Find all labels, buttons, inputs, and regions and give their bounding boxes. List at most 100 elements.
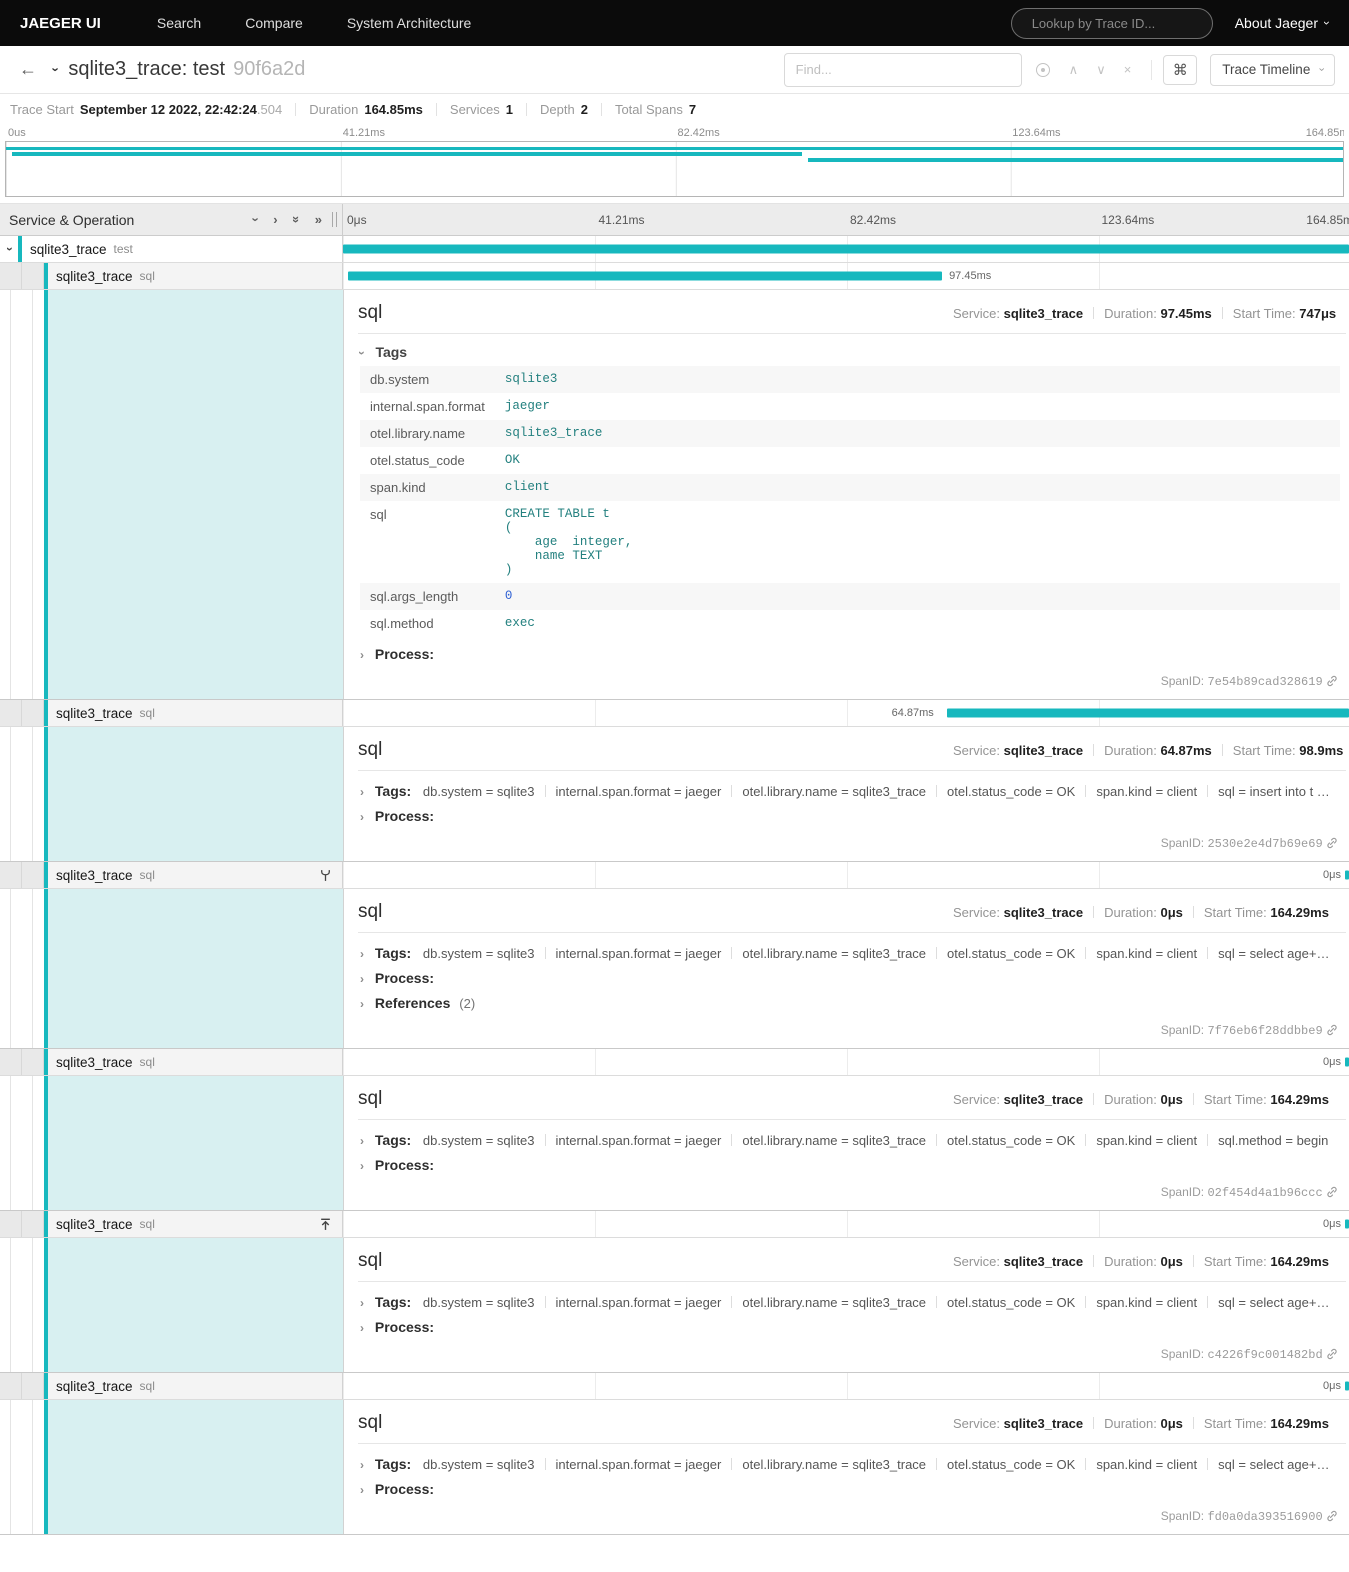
- service-operation-title: Service & Operation: [9, 211, 135, 228]
- timeline-header: Service & Operation › › » » 0μs 41.21ms …: [0, 203, 1349, 236]
- chevron-down-icon: ›: [355, 351, 369, 355]
- detail-operation-name: sql: [358, 1088, 383, 1109]
- process-section-toggle[interactable]: › Process:: [360, 1319, 1346, 1335]
- link-icon[interactable]: [1326, 1348, 1338, 1360]
- span-duration-label: 0μs: [1323, 1380, 1341, 1392]
- link-icon[interactable]: [1326, 1510, 1338, 1522]
- span-duration-bar[interactable]: [1345, 1219, 1349, 1229]
- column-resizer-handle[interactable]: [332, 212, 337, 227]
- span-timeline-cell[interactable]: 64.87ms: [343, 700, 1349, 726]
- link-icon[interactable]: [1326, 1024, 1338, 1036]
- span-operation: sql: [139, 1055, 155, 1069]
- references-section-toggle[interactable]: › References (2): [360, 995, 1346, 1011]
- span-duration-label: 64.87ms: [891, 707, 934, 719]
- nav-item-system-architecture[interactable]: System Architecture: [347, 15, 472, 31]
- span-duration-bar[interactable]: [343, 244, 1349, 254]
- indent-guide: [22, 1211, 44, 1237]
- detail-operation-name: sql: [358, 739, 383, 760]
- span-detail-indent: [0, 1400, 343, 1534]
- span-color-fill: [44, 1238, 343, 1372]
- span-row[interactable]: sqlite3_trace sql 0μs: [0, 862, 1349, 889]
- span-id-value: 2530e2e4d7b69e69: [1207, 837, 1323, 851]
- divider: [1151, 59, 1153, 80]
- span-timeline-cell[interactable]: 97.45ms: [343, 263, 1349, 289]
- chevron-right-icon: ›: [360, 1159, 364, 1173]
- app-brand[interactable]: JAEGER UI: [20, 15, 101, 32]
- span-row[interactable]: sqlite3_trace sql 0μs: [0, 1373, 1349, 1400]
- span-color-fill: [44, 1400, 343, 1534]
- trace-id-search-input[interactable]: [1031, 15, 1208, 31]
- total-spans-value: 7: [688, 101, 697, 117]
- page-title: sqlite3_trace: test 90f6a2d: [68, 58, 305, 81]
- span-row[interactable]: sqlite3_trace sql 0μs: [0, 1049, 1349, 1076]
- span-timeline-cell[interactable]: [343, 236, 1349, 262]
- span-detail-indent: [0, 727, 343, 861]
- clear-find-icon[interactable]: ×: [1124, 62, 1132, 77]
- tags-section-toggle[interactable]: › Tags: db.system = sqlite3 internal.span…: [360, 1294, 1346, 1310]
- trace-view-select[interactable]: Trace Timeline ›: [1210, 53, 1335, 86]
- chevron-right-icon: ›: [360, 785, 364, 799]
- trace-id-search-box[interactable]: [1010, 7, 1213, 39]
- tags-section-toggle[interactable]: › Tags: db.system = sqlite3 internal.span…: [360, 945, 1346, 961]
- span-color-bar: [44, 263, 48, 289]
- span-row[interactable]: sqlite3_trace sql 64.87ms: [0, 700, 1349, 727]
- process-section-toggle[interactable]: › Process:: [360, 970, 1346, 986]
- tags-section-toggle[interactable]: › Tags: [355, 344, 1346, 362]
- trace-minimap[interactable]: 0us 41.21ms 82.42ms 123.64ms 164.85ms: [0, 124, 1349, 203]
- minimap-tick: 0us: [8, 127, 26, 139]
- span-detail-indent: [0, 1238, 343, 1372]
- chevron-right-icon: ›: [360, 997, 364, 1011]
- expand-all-icon[interactable]: »: [315, 212, 322, 227]
- link-icon[interactable]: [1326, 1186, 1338, 1198]
- minimap-viewport[interactable]: [5, 141, 1344, 197]
- tags-section-toggle[interactable]: › Tags: db.system = sqlite3 internal.span…: [360, 1456, 1346, 1472]
- tag-row: otel.status_code OK: [370, 453, 520, 468]
- keyboard-shortcuts-button[interactable]: ⌘: [1163, 54, 1198, 85]
- next-match-icon[interactable]: ∨: [1096, 62, 1106, 78]
- indent-guide: [0, 700, 22, 726]
- chevron-right-icon: ›: [360, 947, 364, 961]
- span-timeline-cell[interactable]: 0μs: [343, 1211, 1349, 1237]
- collapse-trace-chevron-icon[interactable]: ›: [49, 67, 64, 71]
- span-color-fill: [44, 1076, 343, 1210]
- collapse-one-icon[interactable]: ›: [249, 217, 264, 221]
- span-duration-bar[interactable]: [1345, 1381, 1349, 1391]
- span-service: sqlite3_trace: [56, 268, 133, 284]
- span-service: sqlite3_trace: [56, 1216, 133, 1232]
- about-jaeger-menu[interactable]: About Jaeger ›: [1235, 15, 1334, 31]
- expand-one-icon[interactable]: ›: [273, 212, 277, 227]
- span-duration-bar[interactable]: [1345, 870, 1349, 880]
- span-duration-bar[interactable]: [946, 708, 1349, 718]
- span-timeline-cell[interactable]: 0μs: [343, 1373, 1349, 1399]
- span-timeline-cell[interactable]: 0μs: [343, 862, 1349, 888]
- tags-section-toggle[interactable]: › Tags: db.system = sqlite3 internal.span…: [360, 1132, 1346, 1148]
- span-duration-bar[interactable]: [347, 271, 943, 281]
- span-row-root[interactable]: › sqlite3_trace test: [0, 236, 1349, 263]
- collapse-all-icon[interactable]: »: [289, 216, 304, 223]
- focus-span-icon[interactable]: [1035, 62, 1050, 77]
- process-section-toggle[interactable]: › Process:: [360, 646, 1346, 662]
- span-id-value: 02f454d4a1b96ccc: [1207, 1186, 1323, 1200]
- span-row[interactable]: sqlite3_trace sql 0μs: [0, 1211, 1349, 1238]
- tags-section-toggle[interactable]: › Tags: db.system = sqlite3 internal.span…: [360, 783, 1346, 799]
- nav-item-compare[interactable]: Compare: [245, 15, 303, 31]
- span-id-row: SpanID: fd0a0da393516900: [358, 1499, 1346, 1526]
- process-section-toggle[interactable]: › Process:: [360, 1157, 1346, 1173]
- prev-match-icon[interactable]: ∧: [1069, 62, 1079, 78]
- span-color-fill: [44, 727, 343, 861]
- nav-item-search[interactable]: Search: [157, 15, 201, 31]
- process-section-toggle[interactable]: › Process:: [360, 1481, 1346, 1497]
- detail-meta: Service: sqlite3_trace Duration: 97.45ms S…: [953, 306, 1337, 321]
- minimap-ticks: 0us 41.21ms 82.42ms 123.64ms 164.85ms: [5, 126, 1344, 141]
- span-duration-bar[interactable]: [1345, 1057, 1349, 1067]
- process-section-toggle[interactable]: › Process:: [360, 808, 1346, 824]
- chevron-down-icon[interactable]: ›: [3, 247, 17, 251]
- link-icon[interactable]: [1326, 675, 1338, 687]
- span-operation: test: [113, 242, 133, 256]
- span-row[interactable]: sqlite3_trace sql 97.45ms: [0, 263, 1349, 290]
- link-icon[interactable]: [1326, 837, 1338, 849]
- find-input[interactable]: [783, 52, 1022, 87]
- span-timeline-cell[interactable]: 0μs: [343, 1049, 1349, 1075]
- back-button[interactable]: ←: [14, 59, 42, 80]
- services-value: 1: [505, 101, 513, 117]
